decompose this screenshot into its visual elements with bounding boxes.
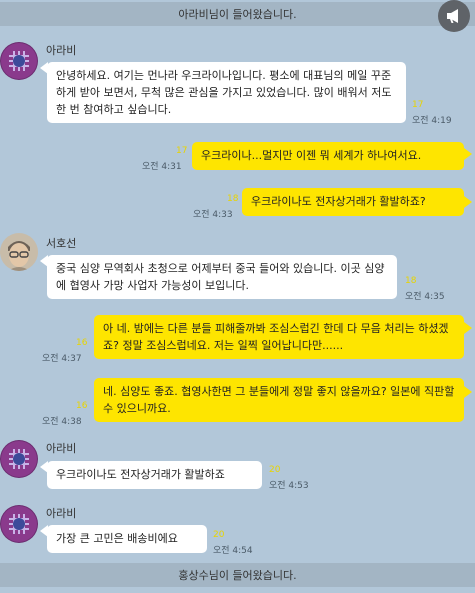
sender-name: 서호선	[46, 237, 77, 250]
message-bubble[interactable]: 아 네. 밤에는 다른 분들 피해줄까봐 조심스럽긴 한데 다 무음 처리는 하…	[94, 315, 464, 359]
message-bubble[interactable]: 우크라이나도 전자상거래가 활발하죠	[47, 461, 262, 489]
message-time: 오전 4:53	[269, 481, 309, 491]
message-bubble[interactable]: 중국 심양 무역회사 초청으로 어제부터 중국 들어와 있습니다. 이곳 심양에…	[47, 255, 397, 299]
sender-name: 아라비	[46, 44, 77, 57]
bubble-tail	[464, 322, 472, 334]
sender-name: 아라비	[46, 442, 77, 455]
message-time: 오전 4:35	[405, 292, 445, 302]
avatar-arabi[interactable]	[0, 440, 38, 478]
system-notice-top: 아라비님이 들어왔습니다.	[0, 2, 475, 26]
avatar-arabi[interactable]	[0, 505, 38, 543]
system-notice-text: 홍상수님이 들어왔습니다.	[178, 569, 297, 582]
message-time: 오전 4:54	[213, 546, 253, 556]
unread-count: 17	[176, 146, 188, 156]
sender-name: 아라비	[46, 507, 77, 520]
message-time: 오전 4:37	[42, 354, 82, 364]
unread-count: 20	[213, 530, 225, 540]
message-bubble[interactable]: 우크라이나도 전자상거래가 활발하죠?	[242, 188, 464, 216]
unread-count: 16	[76, 401, 88, 411]
unread-count: 18	[227, 194, 239, 204]
bubble-tail	[464, 148, 472, 160]
message-time: 오전 4:38	[42, 417, 82, 427]
unread-count: 20	[269, 465, 281, 475]
unread-count: 16	[76, 338, 88, 348]
message-time: 오전 4:19	[412, 116, 452, 126]
message-bubble[interactable]: 네. 심양도 좋죠. 협영사한면 그 분들에게 정말 좋지 않을까요? 일본에 …	[94, 378, 464, 422]
avatar-seohoseon[interactable]	[0, 233, 38, 271]
unread-count: 18	[405, 276, 417, 286]
unread-count: 17	[412, 100, 424, 110]
avatar-arabi[interactable]	[0, 42, 38, 80]
message-bubble[interactable]: 우크라이나...멀지만 이젠 뭐 세계가 하나여서요.	[192, 142, 464, 170]
bubble-tail	[464, 196, 472, 208]
megaphone-icon[interactable]	[438, 0, 470, 32]
message-time: 오전 4:33	[193, 210, 233, 220]
bubble-tail	[464, 386, 472, 398]
message-bubble[interactable]: 가장 큰 고민은 배송비에요	[47, 525, 207, 553]
system-notice-text: 아라비님이 들어왔습니다.	[178, 8, 297, 21]
message-time: 오전 4:31	[142, 162, 182, 172]
message-bubble[interactable]: 안녕하세요. 여기는 먼나라 우크라이나입니다. 평소에 대표님의 메일 꾸준하…	[47, 62, 406, 123]
system-notice-bottom: 홍상수님이 들어왔습니다.	[0, 563, 475, 587]
